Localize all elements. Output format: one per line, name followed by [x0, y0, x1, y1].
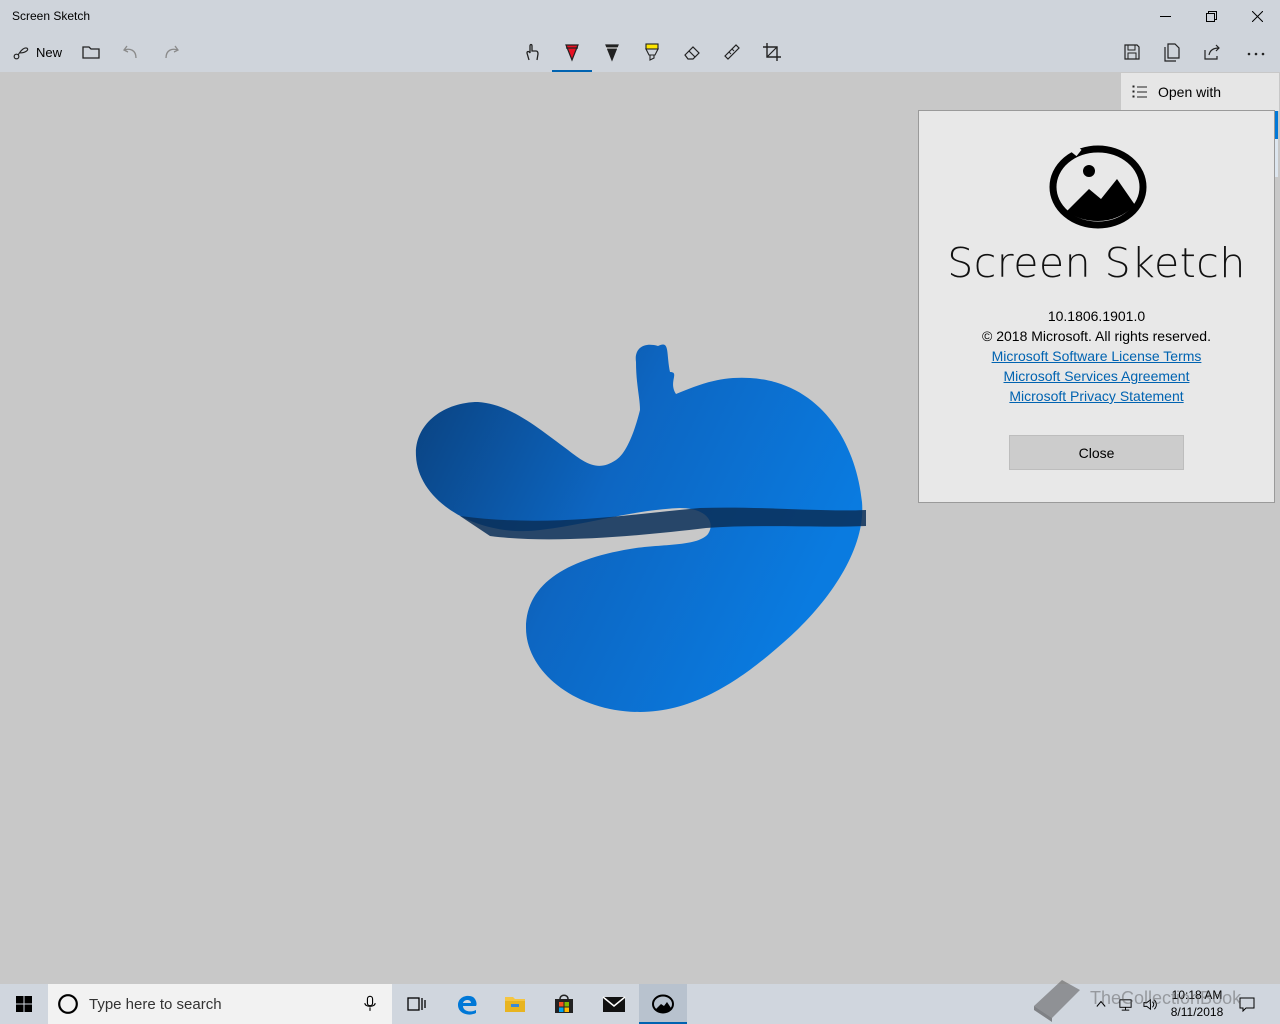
share-button[interactable]: [1196, 32, 1228, 72]
ruler-button[interactable]: [712, 32, 752, 72]
about-close-button[interactable]: Close: [1009, 435, 1184, 470]
edge-icon: [458, 995, 477, 1015]
close-icon: [1251, 10, 1263, 22]
new-label: New: [35, 44, 62, 60]
undo-button[interactable]: [116, 32, 146, 72]
ruler-icon: [724, 44, 740, 60]
redo-icon: [165, 45, 179, 59]
toolbar: New: [0, 32, 1280, 72]
ballpoint-pen-button[interactable]: [552, 32, 592, 72]
watermark-book-icon: [1034, 980, 1080, 1022]
task-view-button[interactable]: [394, 984, 438, 1024]
copy-button[interactable]: [1156, 32, 1188, 72]
copy-icon: [1164, 43, 1180, 62]
ballpoint-pen-icon: [565, 44, 579, 62]
open-with-menu-item[interactable]: Open with: [1121, 73, 1279, 111]
touch-writing-button[interactable]: [512, 32, 552, 72]
snip-image: [415, 344, 866, 712]
minimize-icon: [1159, 15, 1171, 17]
microphone-icon[interactable]: [364, 995, 376, 1013]
pencil-icon: [605, 44, 619, 62]
about-app-name: Screen Sketch: [947, 239, 1246, 287]
pencil-button[interactable]: [592, 32, 632, 72]
open-with-icon: [1132, 85, 1147, 98]
services-agreement-link[interactable]: Microsoft Services Agreement: [1004, 368, 1190, 384]
highlighter-button[interactable]: [632, 32, 672, 72]
version-text: 10.1806.1901.0: [1047, 308, 1146, 324]
copyright-text: © 2018 Microsoft. All rights reserved.: [982, 328, 1211, 344]
open-with-label: Open with: [1158, 84, 1222, 100]
privacy-statement-link[interactable]: Microsoft Privacy Statement: [1009, 388, 1183, 404]
taskbar: Type here to search 10:18 AM 8/11/2018: [0, 984, 1280, 1024]
mail-button[interactable]: [590, 984, 638, 1024]
file-explorer-button[interactable]: [491, 984, 539, 1024]
watermark-text: TheCollectionBook: [1090, 988, 1242, 1008]
title-bar: Screen Sketch: [0, 0, 1280, 32]
folder-icon: [82, 46, 100, 59]
minimize-button[interactable]: [1142, 0, 1188, 32]
restore-icon: [1205, 10, 1217, 22]
new-snip-button[interactable]: New: [6, 32, 68, 72]
screen-sketch-taskbar-icon: [652, 994, 674, 1014]
taskbar-search-box[interactable]: Type here to search: [48, 984, 392, 1024]
license-terms-link[interactable]: Microsoft Software License Terms: [992, 348, 1202, 364]
store-icon: [555, 994, 573, 1013]
restore-button[interactable]: [1188, 0, 1234, 32]
open-file-button[interactable]: [76, 32, 106, 72]
share-icon: [1204, 44, 1220, 60]
about-dialog: Screen Sketch 10.1806.1901.0 © 2018 Micr…: [918, 110, 1275, 503]
eraser-icon: [684, 46, 700, 60]
eraser-button[interactable]: [672, 32, 712, 72]
undo-icon: [123, 45, 137, 59]
close-window-button[interactable]: [1234, 0, 1280, 32]
window-title: Screen Sketch: [12, 9, 91, 23]
highlighter-icon: [645, 43, 659, 61]
save-button[interactable]: [1116, 32, 1148, 72]
more-icon: [1247, 52, 1265, 56]
touch-writing-icon: [526, 43, 539, 61]
search-placeholder: Type here to search: [89, 995, 222, 1013]
snip-icon: [13, 47, 29, 60]
windows-logo-icon: [16, 996, 32, 1012]
crop-button[interactable]: [752, 32, 792, 72]
screen-sketch-taskbar-button[interactable]: [639, 984, 687, 1024]
start-button[interactable]: [0, 984, 48, 1024]
file-explorer-icon: [505, 997, 525, 1012]
notification-icon: [1239, 997, 1255, 1012]
cortana-icon: [58, 994, 78, 1014]
mail-icon: [602, 996, 626, 1012]
store-button[interactable]: [540, 984, 588, 1024]
screen-sketch-logo: [1049, 141, 1147, 229]
edge-browser-button[interactable]: [443, 984, 491, 1024]
crop-icon: [763, 43, 781, 61]
save-icon: [1124, 44, 1140, 60]
more-options-button[interactable]: [1238, 32, 1274, 72]
redo-button[interactable]: [156, 32, 186, 72]
task-view-icon: [407, 997, 426, 1011]
